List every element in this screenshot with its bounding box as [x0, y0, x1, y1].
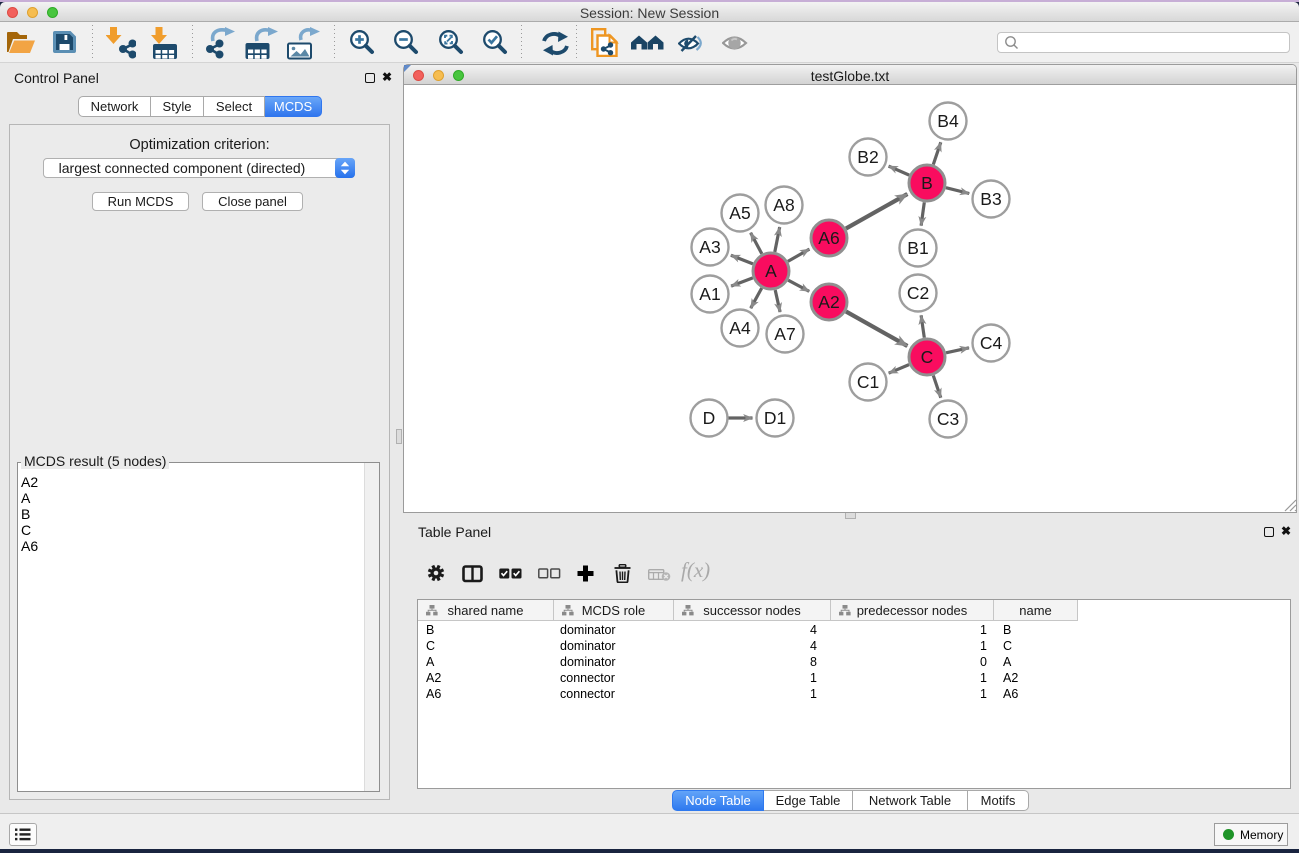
- svg-text:A8: A8: [773, 195, 794, 215]
- svg-text:B4: B4: [937, 111, 959, 131]
- svg-text:A4: A4: [729, 318, 751, 338]
- svg-text:A7: A7: [774, 324, 795, 344]
- svg-text:B2: B2: [857, 147, 878, 167]
- svg-text:B1: B1: [907, 238, 928, 258]
- svg-text:D1: D1: [764, 408, 786, 428]
- svg-text:C1: C1: [857, 372, 879, 392]
- svg-text:C3: C3: [937, 409, 959, 429]
- svg-text:A3: A3: [699, 237, 720, 257]
- svg-text:A: A: [765, 261, 777, 281]
- svg-text:B3: B3: [980, 189, 1001, 209]
- svg-text:C4: C4: [980, 333, 1003, 353]
- svg-text:D: D: [703, 408, 716, 428]
- svg-text:A1: A1: [699, 284, 720, 304]
- svg-text:A6: A6: [818, 228, 839, 248]
- svg-text:B: B: [921, 173, 933, 193]
- svg-text:A2: A2: [818, 292, 839, 312]
- svg-text:A5: A5: [729, 203, 750, 223]
- svg-text:C2: C2: [907, 283, 929, 303]
- svg-text:C: C: [921, 347, 934, 367]
